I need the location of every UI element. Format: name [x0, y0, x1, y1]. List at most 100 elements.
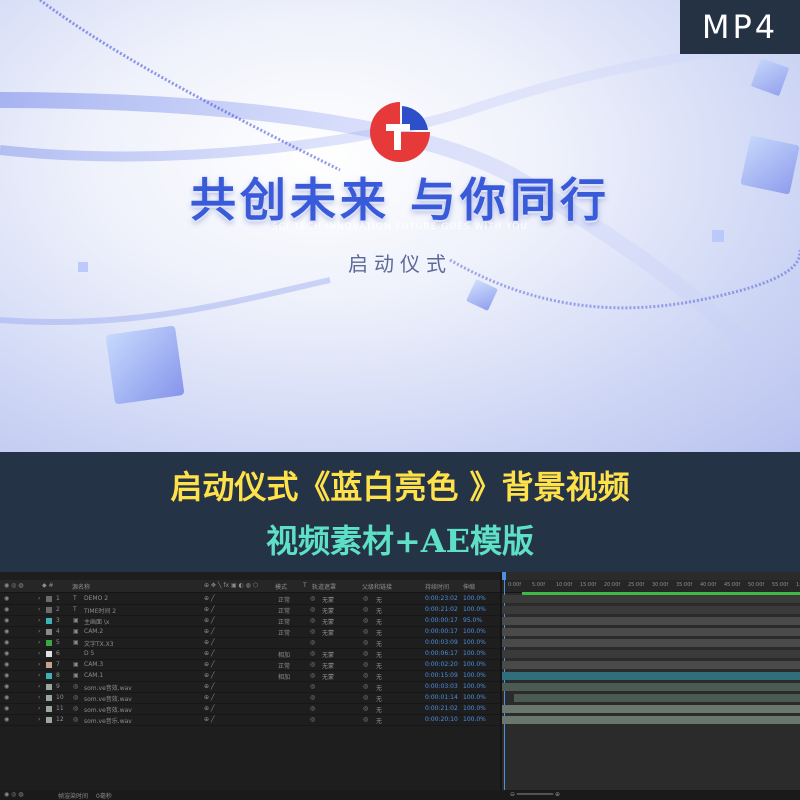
- layer-duration-bar[interactable]: [502, 650, 800, 658]
- expand-icon[interactable]: ›: [38, 694, 40, 701]
- layer-duration-bar[interactable]: [502, 628, 800, 636]
- layer-stretch[interactable]: 100.0%: [463, 683, 486, 690]
- layer-duration[interactable]: 0:00:00:17: [425, 628, 458, 635]
- parent-pickwhip-icon[interactable]: ◎: [363, 628, 368, 635]
- layer-track-matte[interactable]: 无蒙: [322, 628, 334, 637]
- visibility-eye-icon[interactable]: ◉: [4, 661, 9, 668]
- layer-switches-icon[interactable]: ⊕ ╱: [204, 628, 215, 635]
- label-color-swatch[interactable]: [46, 684, 52, 690]
- layer-row[interactable]: ◉ › 1 T DEMO 2 ⊕ ╱ 正常 ◎ 无蒙 ◎ 无 0:00:23:02 100.0%: [0, 594, 500, 605]
- matte-icon[interactable]: ◎: [310, 639, 315, 646]
- layer-row[interactable]: ◉ › 5 ▣ 文字TX.X3 ⊕ ╱ ◎ ◎ 无 0:00:03:09 100.0%: [0, 638, 500, 649]
- label-color-swatch[interactable]: [46, 618, 52, 624]
- parent-pickwhip-icon[interactable]: ◎: [363, 672, 368, 679]
- parent-pickwhip-icon[interactable]: ◎: [363, 639, 368, 646]
- layer-duration-bar[interactable]: [502, 595, 800, 603]
- layer-name[interactable]: som.ve音效.wav: [84, 694, 132, 703]
- layer-switches-icon[interactable]: ⊕ ╱: [204, 705, 215, 712]
- layer-duration-bar[interactable]: [502, 639, 800, 647]
- layer-track-matte[interactable]: 无蒙: [322, 650, 334, 659]
- layer-mode[interactable]: 相加: [278, 650, 290, 659]
- layer-switches-icon[interactable]: ⊕ ╱: [204, 683, 215, 690]
- playhead-marker[interactable]: [502, 572, 506, 580]
- layer-stretch[interactable]: 100.0%: [463, 694, 486, 701]
- label-color-swatch[interactable]: [46, 607, 52, 613]
- parent-pickwhip-icon[interactable]: ◎: [363, 617, 368, 624]
- layer-switches-icon[interactable]: ⊕ ╱: [204, 639, 215, 646]
- layer-track-matte[interactable]: 无蒙: [322, 617, 334, 626]
- layer-stretch[interactable]: 100.0%: [463, 639, 486, 646]
- layer-track-matte[interactable]: 无蒙: [322, 661, 334, 670]
- label-color-swatch[interactable]: [46, 640, 52, 646]
- layer-mode[interactable]: 正常: [278, 617, 290, 626]
- expand-icon[interactable]: ›: [38, 617, 40, 624]
- layer-switches-icon[interactable]: ⊕ ╱: [204, 716, 215, 723]
- label-color-swatch[interactable]: [46, 596, 52, 602]
- layer-name[interactable]: D 5: [84, 650, 94, 657]
- layer-duration[interactable]: 0:00:20:10: [425, 716, 458, 723]
- layer-name[interactable]: som.ve音乐.wav: [84, 716, 132, 725]
- matte-icon[interactable]: ◎: [310, 650, 315, 657]
- layer-parent[interactable]: 无: [376, 672, 382, 681]
- visibility-eye-icon[interactable]: ◉: [4, 617, 9, 624]
- matte-icon[interactable]: ◎: [310, 694, 315, 701]
- layer-duration[interactable]: 0:00:00:17: [425, 617, 458, 624]
- visibility-eye-icon[interactable]: ◉: [4, 606, 9, 613]
- label-color-swatch[interactable]: [46, 651, 52, 657]
- layer-name[interactable]: CAM.3: [84, 661, 103, 668]
- layer-parent[interactable]: 无: [376, 606, 382, 615]
- layer-track-matte[interactable]: 无蒙: [322, 606, 334, 615]
- layer-duration[interactable]: 0:00:21:02: [425, 606, 458, 613]
- parent-pickwhip-icon[interactable]: ◎: [363, 683, 368, 690]
- layer-duration-bar[interactable]: [502, 683, 800, 691]
- layer-duration[interactable]: 0:00:03:09: [425, 639, 458, 646]
- mode-header[interactable]: 模式: [275, 582, 287, 591]
- layer-stretch[interactable]: 100.0%: [463, 628, 486, 635]
- visibility-eye-icon[interactable]: ◉: [4, 694, 9, 701]
- stretch-header[interactable]: 伸缩: [463, 582, 475, 591]
- layer-duration-bar[interactable]: [514, 694, 800, 702]
- parent-pickwhip-icon[interactable]: ◎: [363, 595, 368, 602]
- layer-duration[interactable]: 0:00:21:02: [425, 705, 458, 712]
- layer-duration-bar[interactable]: [502, 606, 800, 614]
- label-color-swatch[interactable]: [46, 629, 52, 635]
- layer-duration[interactable]: 0:00:03:03: [425, 683, 458, 690]
- layer-mode[interactable]: 相加: [278, 672, 290, 681]
- layer-stretch[interactable]: 100.0%: [463, 606, 486, 613]
- layer-parent[interactable]: 无: [376, 716, 382, 725]
- parent-pickwhip-icon[interactable]: ◎: [363, 705, 368, 712]
- expand-icon[interactable]: ›: [38, 705, 40, 712]
- layer-stretch[interactable]: 100.0%: [463, 716, 486, 723]
- visibility-eye-icon[interactable]: ◉: [4, 595, 9, 602]
- matte-icon[interactable]: ◎: [310, 672, 315, 679]
- expand-icon[interactable]: ›: [38, 595, 40, 602]
- layer-stretch[interactable]: 95.0%: [463, 617, 482, 624]
- layer-name[interactable]: CAM.1: [84, 672, 103, 679]
- layer-switches-icon[interactable]: ⊕ ╱: [204, 595, 215, 602]
- layer-name[interactable]: som.ve音效.wav: [84, 683, 132, 692]
- layer-name[interactable]: 文字TX.X3: [84, 639, 114, 648]
- layer-stretch[interactable]: 100.0%: [463, 650, 486, 657]
- layer-parent[interactable]: 无: [376, 595, 382, 604]
- layer-stretch[interactable]: 100.0%: [463, 595, 486, 602]
- layer-switches-icon[interactable]: ⊕ ╱: [204, 694, 215, 701]
- layer-track-matte[interactable]: 无蒙: [322, 595, 334, 604]
- parent-pickwhip-icon[interactable]: ◎: [363, 661, 368, 668]
- layer-mode[interactable]: 正常: [278, 628, 290, 637]
- layer-parent[interactable]: 无: [376, 705, 382, 714]
- layer-mode[interactable]: 正常: [278, 595, 290, 604]
- layer-duration[interactable]: 0:00:01:14: [425, 694, 458, 701]
- layer-stretch[interactable]: 100.0%: [463, 705, 486, 712]
- matte-icon[interactable]: ◎: [310, 683, 315, 690]
- matte-icon[interactable]: ◎: [310, 617, 315, 624]
- parent-pickwhip-icon[interactable]: ◎: [363, 606, 368, 613]
- matte-icon[interactable]: ◎: [310, 628, 315, 635]
- expand-icon[interactable]: ›: [38, 628, 40, 635]
- layer-duration-bar[interactable]: [502, 716, 800, 724]
- layer-row[interactable]: ◉ › 2 T TIME时间 2 ⊕ ╱ 正常 ◎ 无蒙 ◎ 无 0:00:21:02 100.0%: [0, 605, 500, 616]
- source-name-header[interactable]: 源名称: [72, 582, 90, 591]
- visibility-eye-icon[interactable]: ◉: [4, 683, 9, 690]
- track-matte-header[interactable]: 轨道遮罩: [312, 582, 336, 591]
- visibility-eye-icon[interactable]: ◉: [4, 705, 9, 712]
- layer-row[interactable]: ◉ › 6 D 5 ⊕ ╱ 相加 ◎ 无蒙 ◎ 无 0:00:06:17 100.0%: [0, 649, 500, 660]
